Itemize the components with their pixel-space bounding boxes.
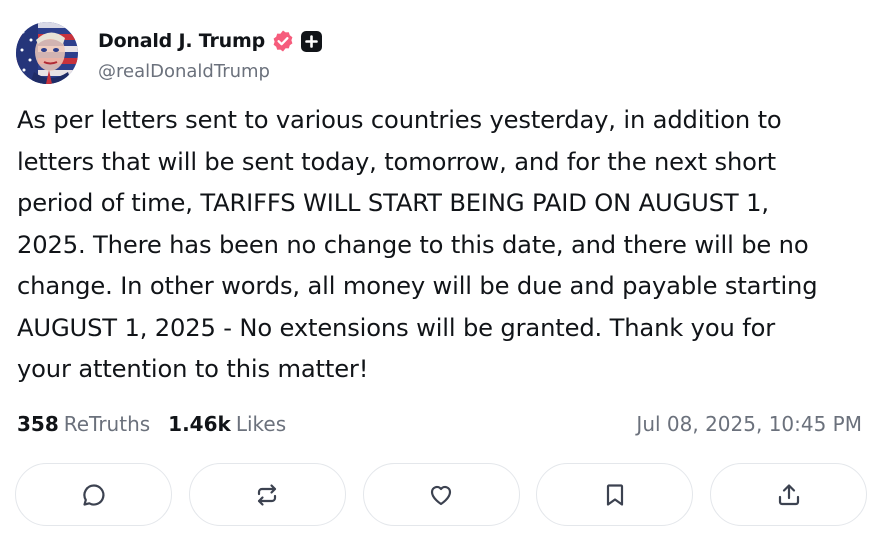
heart-icon xyxy=(430,485,452,505)
reply-button[interactable] xyxy=(15,463,172,526)
action-bar xyxy=(15,463,867,528)
retruths-count[interactable]: 358 xyxy=(17,412,59,436)
post-stats: 358 ReTruths 1.46k Likes xyxy=(17,408,286,440)
retruths-label[interactable]: ReTruths xyxy=(64,412,150,436)
post-timestamp[interactable]: Jul 08, 2025, 10:45 PM xyxy=(636,408,862,440)
retruth-button[interactable] xyxy=(188,463,346,526)
likes-label[interactable]: Likes xyxy=(236,412,286,436)
share-button[interactable] xyxy=(710,463,867,526)
author-name-row: Donald J. Trump xyxy=(98,28,322,54)
share-icon xyxy=(778,483,799,505)
avatar[interactable] xyxy=(16,22,78,84)
avatar-flag-portrait-icon xyxy=(16,22,78,84)
author-display-name[interactable]: Donald J. Trump xyxy=(98,30,265,52)
bookmark-button[interactable] xyxy=(536,463,694,526)
bookmark-icon xyxy=(606,483,623,506)
author-handle[interactable]: @realDonaldTrump xyxy=(98,61,270,82)
verified-badge-icon xyxy=(273,30,293,52)
repost-icon xyxy=(258,483,277,506)
like-button[interactable] xyxy=(362,463,520,526)
likes-count[interactable]: 1.46k xyxy=(168,412,231,436)
post-body-text: As per letters sent to various countries… xyxy=(17,106,818,383)
post-header: Donald J. Trump @realDonaldTrump xyxy=(16,22,866,86)
plus-badge-icon xyxy=(300,30,322,52)
comment-icon xyxy=(82,483,105,506)
